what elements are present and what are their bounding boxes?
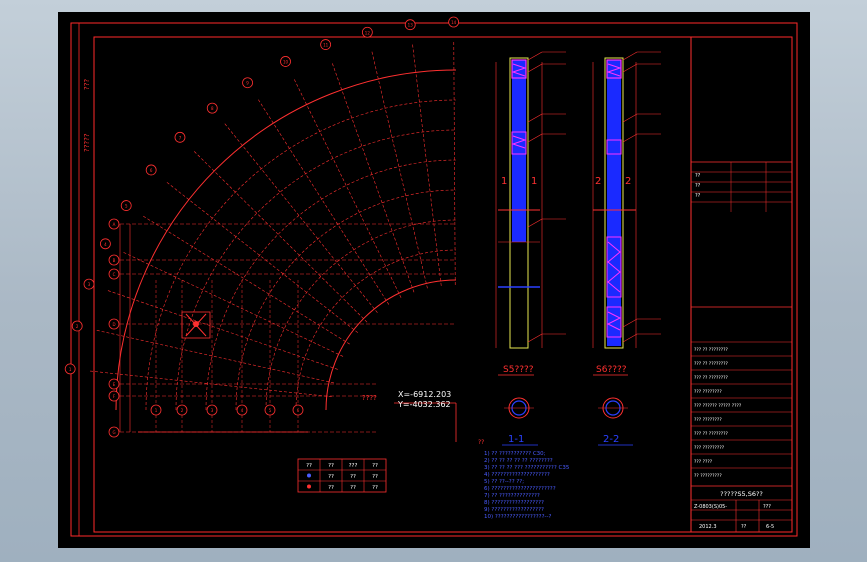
legend-cell: ??: [372, 474, 378, 480]
legend-cell: ??: [350, 485, 356, 491]
axis-bubble-label: 11: [323, 43, 329, 48]
outer-frame: [70, 22, 798, 537]
legend-cell: ??: [328, 474, 334, 480]
legend-cell: ???: [349, 463, 358, 469]
elevation-s6: 2 2 S6????: [592, 57, 637, 376]
axis-bubble-label: 14: [451, 20, 457, 25]
note-line: 2) ?? ?? ?? ?? ?? ????????: [484, 458, 553, 464]
cad-drawing: ??? ????? 1234567891011121314 ABCDEFG1 2 3…: [64, 16, 798, 537]
row-bubble-label: D: [112, 322, 115, 327]
row-bubble-label: G: [112, 430, 115, 435]
drawing-sheet: ??? ????? 1 2 3 4 5 6 7 8 9 10 11 12 13 14 ABCDEFG123…: [58, 12, 810, 548]
curved-axis-grid: 1234567891011121314: [64, 16, 460, 411]
signature-row: ??? ?? ????????: [694, 375, 729, 381]
signature-row: ??? ?????????: [694, 445, 725, 451]
elevation-s5: 1 1 S5????: [495, 57, 543, 376]
side-label-top: ???: [83, 79, 91, 90]
note-line: 8) ??????????????????: [484, 500, 544, 506]
bottom-bubble-label: 3: [211, 408, 214, 413]
coordinate-y: Y=-4032.362: [397, 400, 451, 409]
section-1-1: 1-1: [502, 397, 538, 446]
signature-row: ??? ?? ????????: [694, 347, 729, 353]
coordinate-label: ????: [362, 394, 377, 402]
drawing-number: Z-0803(S)05-: [694, 504, 727, 510]
drawing-name: ?????S5,S6??: [720, 490, 763, 498]
title-block: ?????? ??? ?? ???????? ??? ?? ???????? ??? …: [690, 37, 792, 532]
axis-bubble-label: 12: [365, 30, 371, 35]
note-line: 7) ?? ??????????????: [484, 493, 540, 499]
note-line: 1) ?? ??????????? C30;: [484, 451, 546, 457]
signature-row: ?? ?????????: [694, 473, 722, 479]
signature-row: ??? ????: [694, 459, 713, 465]
signature-row: ??? ?????? ????? ????: [694, 403, 742, 409]
note-line: 10) ?????????????????--?: [484, 514, 551, 520]
bottom-bubble-label: 4: [241, 408, 244, 413]
revision-row: ??: [695, 183, 701, 189]
date: 2012.3: [699, 524, 717, 530]
cut-2-left: 2: [595, 176, 601, 187]
legend-cell: ??: [350, 474, 356, 480]
sheet-label: ??: [741, 524, 747, 530]
legend-cell: ??: [372, 463, 378, 469]
axis-bubble-label: 5: [125, 204, 128, 209]
note-line: 4) ????????????????????: [484, 472, 550, 478]
elevation-s5-title: S5????: [503, 365, 534, 375]
scale: ???: [763, 504, 771, 510]
cut-1-right: 1: [531, 176, 537, 187]
section-2-2: 2-2: [598, 397, 633, 446]
bottom-bubble-label: 6: [297, 408, 300, 413]
notes-heading: ??: [478, 439, 484, 446]
bottom-bubble-label: 1: [155, 408, 158, 413]
elevation-s6-title: S6????: [596, 365, 627, 375]
inner-frame: [93, 36, 793, 533]
legend-table: ?????????????????????: [297, 458, 387, 493]
signature-row: ??? ?? ????????: [694, 361, 729, 367]
general-notes: ?? 1) ?? ??????????? C30;2) ?? ?? ?? ?? …: [478, 439, 570, 520]
section-2-2-label: 2-2: [603, 434, 619, 445]
note-line: 5) ?? ??--?? ??;: [484, 479, 524, 485]
revision-row: ??: [695, 173, 701, 179]
axis-bubble-label: 10: [283, 59, 289, 64]
axis-bubble-label: 9: [246, 81, 249, 86]
revision-row: ??: [695, 193, 701, 199]
legend-cell: ??: [328, 463, 334, 469]
legend-cell: ??: [328, 485, 334, 491]
axis-bubble-label: 13: [408, 23, 414, 28]
signature-row: ??? ????????: [694, 417, 722, 423]
note-line: 3) ?? ?? ?? ??? ??????????? C35: [484, 465, 570, 471]
note-line: 9) ??????????????????: [484, 507, 544, 513]
axis-bubble-label: 3: [88, 282, 91, 287]
row-bubble-label: B: [113, 258, 116, 263]
bottom-bubble-label: 5: [269, 408, 272, 413]
section-1-1-label: 1-1: [508, 434, 524, 445]
side-label-mid: ?????: [83, 133, 91, 152]
legend-cell: ??: [372, 485, 378, 491]
cut-2-right: 2: [625, 176, 631, 187]
axis-bubble-label: 4: [104, 242, 107, 247]
row-bubble-label: C: [113, 272, 116, 277]
signature-row: ??? ????????: [694, 389, 722, 395]
cut-1-left: 1: [501, 176, 507, 187]
sheet-number: 6-5: [766, 524, 774, 530]
note-line: 6) ??????????????????????: [484, 486, 556, 492]
legend-cell: ??: [306, 463, 312, 469]
coordinate-x: X=-6912.203: [398, 390, 451, 399]
bottom-bubble-label: 2: [181, 408, 184, 413]
dimension-callouts: [527, 51, 661, 343]
signature-row: ??? ?? ????????: [694, 431, 729, 437]
axis-bubble-label: 1: [69, 367, 72, 372]
row-bubble-label: A: [113, 222, 116, 227]
